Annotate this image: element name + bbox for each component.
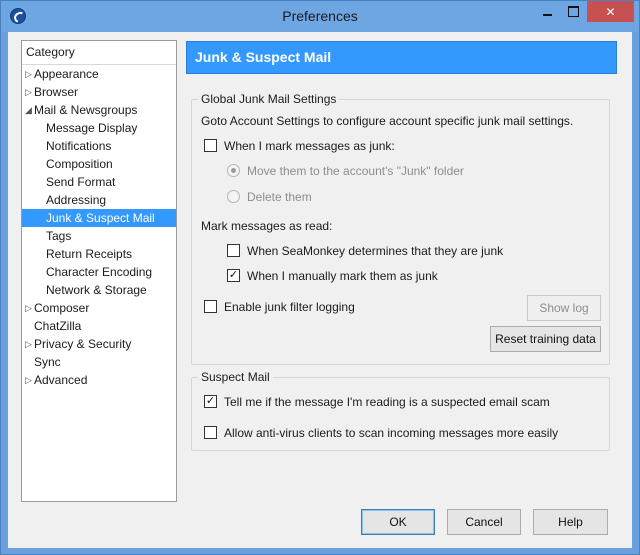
sidebar-item-tags[interactable]: Tags <box>22 227 176 245</box>
sidebar-item-label: Message Display <box>46 121 138 135</box>
expand-arrow-icon[interactable]: ▷ <box>25 335 35 353</box>
sidebar-item-notifications[interactable]: Notifications <box>22 137 176 155</box>
sidebar-item-label: Notifications <box>46 139 112 153</box>
sidebar-item-label: Composition <box>46 157 113 171</box>
sidebar-item-composer[interactable]: ▷ Composer <box>22 299 176 317</box>
page-title: Junk & Suspect Mail <box>186 41 617 74</box>
sidebar-item-label: Send Format <box>46 175 116 189</box>
move-to-junk-label[interactable]: Move them to the account's "Junk" folder <box>227 164 464 178</box>
minimize-icon[interactable] <box>534 1 560 22</box>
sidebar-item-junk-suspect-mail[interactable]: Junk & Suspect Mail <box>22 209 176 227</box>
category-tree[interactable]: Category ▷ Appearance ▷ Browser ◢ Mail &… <box>21 40 177 502</box>
sidebar-item-composition[interactable]: Composition <box>22 155 176 173</box>
sidebar-item-addressing[interactable]: Addressing <box>22 191 176 209</box>
seamonkey-junk-label[interactable]: When SeaMonkey determines that they are … <box>227 244 503 258</box>
sidebar-item-return-receipts[interactable]: Return Receipts <box>22 245 176 263</box>
manual-junk-checkbox-row[interactable]: ✓ When I manually mark them as junk <box>227 268 438 284</box>
sidebar-item-label: Return Receipts <box>46 247 133 261</box>
sidebar-item-network-storage[interactable]: Network & Storage <box>22 281 176 299</box>
mark-junk-checkbox[interactable] <box>204 139 217 152</box>
sidebar-item-label: Advanced <box>34 373 88 387</box>
sidebar-item-label: Appearance <box>34 67 99 81</box>
sidebar-item-label: Tags <box>46 229 72 243</box>
sidebar-item-advanced[interactable]: ▷ Advanced <box>22 371 176 389</box>
maximize-icon[interactable] <box>560 1 586 22</box>
title-bar[interactable]: Preferences ✕ <box>1 1 639 32</box>
expand-arrow-icon[interactable]: ▷ <box>25 83 35 101</box>
sidebar-item-label: Privacy & Security <box>34 337 132 351</box>
sidebar-item-label: Sync <box>34 355 61 369</box>
account-settings-intro: Goto Account Settings to configure accou… <box>201 114 574 128</box>
collapse-arrow-icon[interactable]: ◢ <box>25 101 35 119</box>
junk-logging-checkbox[interactable] <box>204 300 217 313</box>
sidebar-item-label: Addressing <box>46 193 107 207</box>
preferences-window: Preferences ✕ Category ▷ Appearance ▷ Br… <box>0 0 640 555</box>
scam-detection-checkbox-row[interactable]: ✓ Tell me if the message I'm reading is … <box>204 394 550 410</box>
scam-detection-checkbox[interactable]: ✓ <box>204 395 217 408</box>
move-to-junk-radio-row[interactable]: Move them to the account's "Junk" folder <box>227 163 464 179</box>
reset-training-data-button[interactable]: Reset training data <box>490 326 601 352</box>
sidebar-item-send-format[interactable]: Send Format <box>22 173 176 191</box>
group-title: Global Junk Mail Settings <box>198 92 340 106</box>
junk-logging-checkbox-row[interactable]: Enable junk filter logging <box>204 299 355 315</box>
sidebar-item-sync[interactable]: Sync <box>22 353 176 371</box>
help-button[interactable]: Help <box>533 509 608 535</box>
sidebar-item-label: Network & Storage <box>46 283 147 297</box>
ok-button[interactable]: OK <box>361 509 435 535</box>
sidebar-item-appearance[interactable]: ▷ Appearance <box>22 65 176 83</box>
dialog-client-area: Category ▷ Appearance ▷ Browser ◢ Mail &… <box>8 32 632 548</box>
seamonkey-junk-checkbox-row[interactable]: When SeaMonkey determines that they are … <box>227 243 503 259</box>
sidebar-item-message-display[interactable]: Message Display <box>22 119 176 137</box>
suspect-mail-group: Suspect Mail ✓ Tell me if the message I'… <box>191 370 610 451</box>
mark-read-label: Mark messages as read: <box>201 219 333 233</box>
antivirus-checkbox-row[interactable]: Allow anti-virus clients to scan incomin… <box>204 425 558 441</box>
antivirus-label[interactable]: Allow anti-virus clients to scan incomin… <box>204 426 558 440</box>
expand-arrow-icon[interactable]: ▷ <box>25 65 35 83</box>
global-junk-settings-group: Global Junk Mail Settings Goto Account S… <box>191 92 610 365</box>
move-to-junk-radio[interactable] <box>227 164 240 177</box>
group-title: Suspect Mail <box>198 370 273 384</box>
sidebar-item-browser[interactable]: ▷ Browser <box>22 83 176 101</box>
show-log-button[interactable]: Show log <box>527 295 601 321</box>
manual-junk-label[interactable]: When I manually mark them as junk <box>227 269 438 283</box>
mark-junk-checkbox-row[interactable]: When I mark messages as junk: <box>204 138 395 154</box>
sidebar-item-chatzilla[interactable]: ChatZilla <box>22 317 176 335</box>
sidebar-item-label: ChatZilla <box>34 319 82 333</box>
cancel-button[interactable]: Cancel <box>447 509 521 535</box>
sidebar-item-label: Composer <box>34 301 90 315</box>
expand-arrow-icon[interactable]: ▷ <box>25 299 35 317</box>
sidebar-item-label: Character Encoding <box>46 265 153 279</box>
mark-junk-label[interactable]: When I mark messages as junk: <box>204 139 395 153</box>
junk-logging-label[interactable]: Enable junk filter logging <box>204 300 355 314</box>
sidebar-item-label: Mail & Newsgroups <box>34 103 138 117</box>
manual-junk-checkbox[interactable]: ✓ <box>227 269 240 282</box>
delete-them-radio[interactable] <box>227 190 240 203</box>
expand-arrow-icon[interactable]: ▷ <box>25 371 35 389</box>
category-header[interactable]: Category <box>22 41 176 65</box>
sidebar-item-privacy-security[interactable]: ▷ Privacy & Security <box>22 335 176 353</box>
sidebar-item-label: Junk & Suspect Mail <box>46 211 155 225</box>
sidebar-item-label: Browser <box>34 85 79 99</box>
scam-detection-label[interactable]: Tell me if the message I'm reading is a … <box>204 395 550 409</box>
seamonkey-junk-checkbox[interactable] <box>227 244 240 257</box>
delete-them-radio-row[interactable]: Delete them <box>227 189 312 205</box>
antivirus-checkbox[interactable] <box>204 426 217 439</box>
close-icon[interactable]: ✕ <box>587 1 634 22</box>
sidebar-item-character-encoding[interactable]: Character Encoding <box>22 263 176 281</box>
sidebar-item-mail-newsgroups[interactable]: ◢ Mail & Newsgroups <box>22 101 176 119</box>
